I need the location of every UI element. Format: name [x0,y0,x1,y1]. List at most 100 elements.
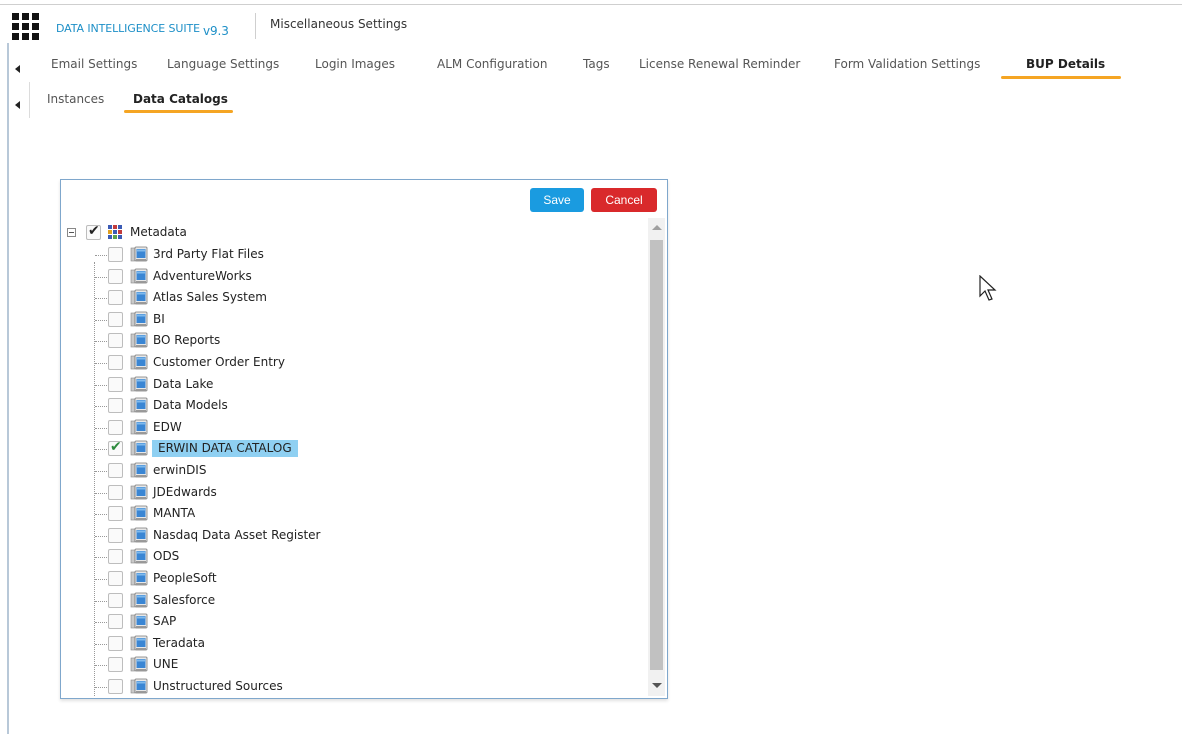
tree-scrollbar[interactable] [648,218,665,696]
tree-connector [95,600,107,602]
tree-connector [95,622,107,624]
checkmark-icon: ✔ [110,439,122,456]
tree-item[interactable]: Unstructured Sources [61,677,647,696]
subtab-instances[interactable]: Instances [47,85,104,115]
tree-connector [95,535,107,537]
tree-connector [95,579,107,580]
app-launcher-icon[interactable] [12,13,40,41]
tab-language-settings[interactable]: Language Settings [167,50,279,80]
checkmark-icon: ✔ [88,223,100,239]
tree-item[interactable]: BO Reports [61,331,647,351]
tree-item[interactable]: Atlas Sales System [61,288,647,308]
active-tab-indicator [1001,76,1121,79]
database-icon [130,440,148,456]
database-icon [130,527,148,543]
database-icon [130,548,148,564]
tree-connector [95,363,107,364]
tree-item[interactable]: Teradata [61,634,647,654]
database-icon [130,289,148,305]
tab-login-images[interactable]: Login Images [315,50,395,80]
tree-item-checkbox[interactable] [108,549,123,565]
tree-item-checkbox[interactable] [108,247,123,262]
tree-connector [95,319,107,321]
tree-item-label: BI [153,311,165,326]
tree-item-label: AdventureWorks [153,268,252,283]
tree-item-checkbox[interactable] [108,419,123,435]
tree-item[interactable]: EDW [61,418,647,438]
tree-item-label: Teradata [153,635,205,650]
tree-item-checkbox[interactable] [108,290,123,306]
tree-item[interactable]: BI [61,310,647,330]
tree-item[interactable]: Nasdaq Data Asset Register [61,526,647,546]
database-icon [130,678,148,694]
tree-connector [95,384,107,386]
tree-item-checkbox[interactable] [108,571,123,586]
database-icon [130,268,148,283]
tree-item-label: PeopleSoft [153,571,217,585]
tree-item-checkbox[interactable] [108,506,123,522]
tree-item[interactable]: ✔ ERWIN DATA CATALOG [61,439,647,459]
save-button[interactable]: Save [530,188,584,212]
tree-item-checkbox[interactable] [108,635,123,651]
tree-item-checkbox[interactable] [108,376,123,392]
left-rail [7,43,9,734]
root-checkbox[interactable]: ✔ [86,223,101,240]
tree-root-row[interactable]: ✔ Metadata [61,223,647,243]
tree-item[interactable]: UNE [61,655,647,675]
scroll-up-icon[interactable] [652,225,662,230]
tree-item[interactable]: Data Lake [61,375,647,395]
tree-item-checkbox[interactable] [108,311,123,327]
tree-item-checkbox[interactable] [108,592,123,608]
tree-item-checkbox[interactable] [108,463,123,478]
tree-item-checkbox[interactable] [108,657,123,673]
tree-item-checkbox[interactable] [108,614,123,630]
tree-item-label: EDW [153,419,182,434]
tree-item[interactable]: Salesforce [61,591,647,611]
tree-item-checkbox[interactable] [108,398,123,414]
tab-license-renewal-reminder[interactable]: License Renewal Reminder [639,50,800,80]
tree-item[interactable]: AdventureWorks [61,267,647,287]
tabs-scroll-left-icon[interactable] [15,65,20,73]
mouse-cursor-icon [979,275,997,301]
tree-item-checkbox[interactable] [108,355,123,370]
tree-item-checkbox[interactable] [108,527,123,543]
tree-item-label: Salesforce [153,592,216,607]
tab-alm-configuration[interactable]: ALM Configuration [437,50,547,80]
subtabs-scroll-left-icon[interactable] [15,101,20,109]
tree-item-checkbox[interactable] [108,484,123,500]
tree-connector [95,471,107,472]
tree-item[interactable]: SAP [61,612,647,632]
database-icon [130,246,148,262]
tree-item-label: erwinDIS [153,463,207,477]
tree-item-label: Unstructured Sources [153,679,283,693]
tree-item[interactable]: ODS [61,547,647,567]
tab-email-settings[interactable]: Email Settings [51,50,137,80]
tree-item-label: JDEdwards [153,484,217,499]
tree-item-checkbox[interactable] [108,268,123,284]
tree-item[interactable]: PeopleSoft [61,569,647,589]
tree-item-checkbox[interactable]: ✔ [108,439,123,457]
tree-item[interactable]: Customer Order Entry [61,353,647,373]
tree-connector [95,341,107,343]
scroll-down-icon[interactable] [652,683,662,688]
tree-item[interactable]: JDEdwards [61,483,647,503]
tree-connector [95,492,107,494]
tab-form-validation-settings[interactable]: Form Validation Settings [834,50,980,80]
tree-item[interactable]: 3rd Party Flat Files [61,245,647,265]
cancel-button[interactable]: Cancel [591,188,657,212]
collapse-icon[interactable] [67,228,76,237]
tree-item[interactable]: erwinDIS [61,461,647,481]
tab-tags[interactable]: Tags [583,50,610,80]
tree-item-checkbox[interactable] [108,679,123,694]
tree-item-label: Customer Order Entry [153,355,285,369]
database-icon [130,419,148,435]
scroll-thumb[interactable] [650,240,663,670]
tree-item-label: Data Lake [153,376,214,391]
tree-item-checkbox[interactable] [108,333,123,349]
subtab-rail-divider [29,82,30,118]
tree-item[interactable]: Data Models [61,396,647,416]
tree-connector [95,643,107,645]
tree-item[interactable]: MANTA [61,504,647,524]
database-icon [130,311,148,327]
tree-item-label: Nasdaq Data Asset Register [153,527,321,542]
